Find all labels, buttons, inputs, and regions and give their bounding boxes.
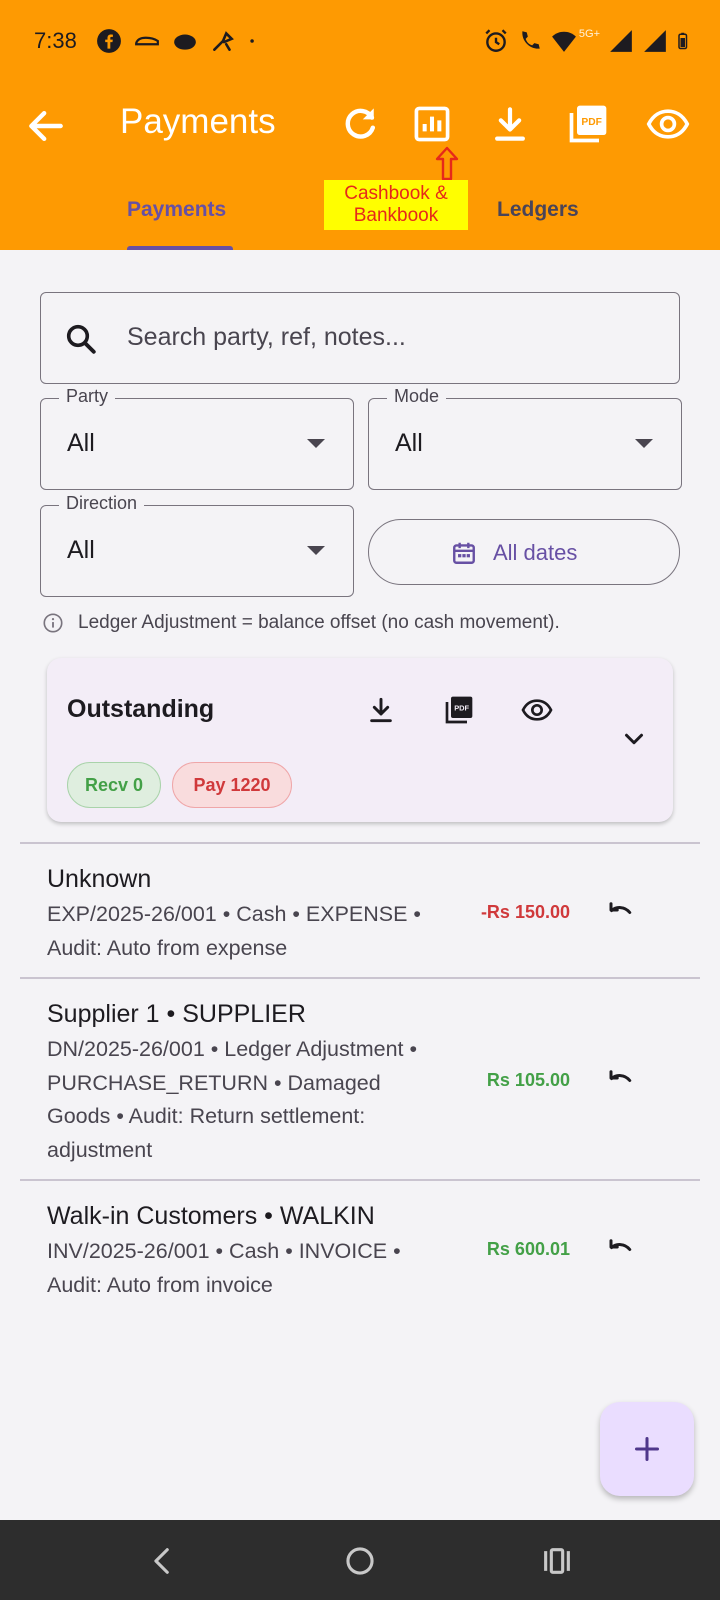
- mode-dropdown[interactable]: Mode All: [368, 386, 682, 490]
- cloud-icon: [174, 34, 196, 50]
- info-note-text: Ledger Adjustment = balance offset (no c…: [78, 612, 560, 633]
- dropdown-arrow-icon: [307, 546, 325, 555]
- svg-text:PDF: PDF: [581, 117, 602, 128]
- info-note: Ledger Adjustment = balance offset (no c…: [42, 612, 560, 634]
- status-bar: 7:38 5G+: [0, 0, 720, 84]
- nav-home-icon[interactable]: [343, 1544, 377, 1578]
- download-button[interactable]: [488, 102, 532, 146]
- annotation-arrow-icon: [435, 146, 459, 181]
- battery-icon: [678, 32, 688, 50]
- network-label: 5G+: [578, 28, 600, 40]
- undo-icon[interactable]: [606, 1237, 636, 1267]
- payment-details: INV/2025-26/001 • Cash • INVOICE • Audit…: [47, 1239, 401, 1297]
- direction-dropdown-label: Direction: [59, 493, 145, 514]
- refresh-icon: [345, 108, 376, 139]
- pay-chip: Pay 1220: [172, 762, 292, 808]
- download-icon[interactable]: [365, 694, 397, 726]
- pdf-icon[interactable]: PDF: [443, 694, 475, 726]
- toolbar: Payments PDF: [0, 84, 720, 166]
- payment-details: EXP/2025-26/001 • Cash • EXPENSE • Audit…: [47, 902, 421, 960]
- dropdown-arrow-icon: [635, 439, 653, 448]
- mode-dropdown-label: Mode: [387, 386, 447, 407]
- cashbook-report-button[interactable]: [410, 102, 454, 146]
- back-button[interactable]: [24, 104, 68, 148]
- party-dropdown-value: All: [67, 429, 95, 457]
- pdf-icon: PDF: [569, 105, 607, 143]
- eye-icon[interactable]: [521, 694, 553, 726]
- payment-title: Unknown: [47, 865, 152, 893]
- status-right-icons: 5G+: [483, 28, 694, 54]
- search-icon: [66, 324, 96, 354]
- mode-dropdown-value: All: [395, 429, 423, 457]
- payment-row[interactable]: Supplier 1 • SUPPLIER DN/2025-26/001 • L…: [0, 978, 720, 1179]
- system-nav-bar: [0, 1520, 720, 1600]
- search-input[interactable]: [127, 293, 657, 381]
- payment-row[interactable]: Walk-in Customers • WALKIN INV/2025-26/0…: [0, 1180, 720, 1314]
- nav-back-icon[interactable]: [146, 1544, 180, 1578]
- payment-title: Supplier 1 • SUPPLIER: [47, 1000, 306, 1028]
- direction-dropdown[interactable]: Direction All: [40, 493, 354, 597]
- outstanding-title: Outstanding: [67, 695, 215, 723]
- payment-details: DN/2025-26/001 • Ledger Adjustment • PUR…: [47, 1037, 418, 1162]
- party-dropdown[interactable]: Party All: [40, 386, 354, 490]
- download-icon: [495, 107, 525, 141]
- report-icon: [414, 106, 450, 142]
- payment-row[interactable]: Unknown EXP/2025-26/001 • Cash • EXPENSE…: [0, 843, 720, 977]
- tool-icon: [213, 31, 234, 51]
- payment-amount: Rs 600.01: [486, 1239, 570, 1259]
- svg-text:PDF: PDF: [454, 704, 469, 713]
- payment-amount: -Rs 150.00: [480, 902, 570, 922]
- dropdown-arrow-icon: [307, 439, 325, 448]
- wifi-calling-icon: [522, 31, 540, 49]
- status-time: 7:38: [34, 28, 77, 53]
- outstanding-card: Outstanding PDF Recv 0 Pay 1220: [47, 658, 673, 822]
- undo-icon[interactable]: [606, 1068, 636, 1098]
- party-dropdown-label: Party: [59, 386, 116, 407]
- calendar-icon: [453, 542, 475, 564]
- refresh-button[interactable]: [338, 102, 382, 146]
- info-icon: [43, 613, 63, 633]
- direction-dropdown-value: All: [67, 536, 95, 564]
- page-title: Payments: [120, 102, 276, 141]
- tab-ledgers[interactable]: Ledgers: [497, 198, 579, 222]
- pdf-button[interactable]: PDF: [566, 102, 610, 146]
- signal-icon: [644, 30, 666, 52]
- payment-title: Walk-in Customers • WALKIN: [47, 1202, 375, 1230]
- alarm-icon: [485, 29, 507, 52]
- dot-icon: [250, 39, 254, 43]
- wifi-icon: [551, 31, 576, 52]
- status-left-icons: [96, 28, 262, 54]
- signal-icon: [610, 30, 632, 52]
- nav-recents-icon[interactable]: [540, 1544, 574, 1578]
- payment-amount: Rs 105.00: [486, 1070, 570, 1090]
- facebook-icon: [97, 29, 121, 53]
- tab-payments[interactable]: Payments: [127, 198, 226, 222]
- recv-chip: Recv 0: [67, 762, 161, 808]
- date-range-button[interactable]: All dates: [368, 519, 680, 585]
- add-payment-button[interactable]: [600, 1402, 694, 1496]
- car-icon: [135, 36, 159, 46]
- tab-bar: Payments Ledgers: [0, 186, 720, 250]
- date-range-label: All dates: [493, 540, 578, 565]
- arrow-back-icon: [29, 110, 63, 142]
- eye-icon: [646, 109, 690, 139]
- plus-icon: [634, 1436, 660, 1462]
- chevron-down-icon[interactable]: [619, 724, 649, 754]
- preview-button[interactable]: [646, 102, 690, 146]
- app-bar: 7:38 5G+ Payments PDF Cashbook & Bankboo…: [0, 0, 720, 250]
- tab-indicator: [127, 246, 233, 250]
- undo-icon[interactable]: [606, 900, 636, 930]
- search-field[interactable]: [40, 292, 680, 384]
